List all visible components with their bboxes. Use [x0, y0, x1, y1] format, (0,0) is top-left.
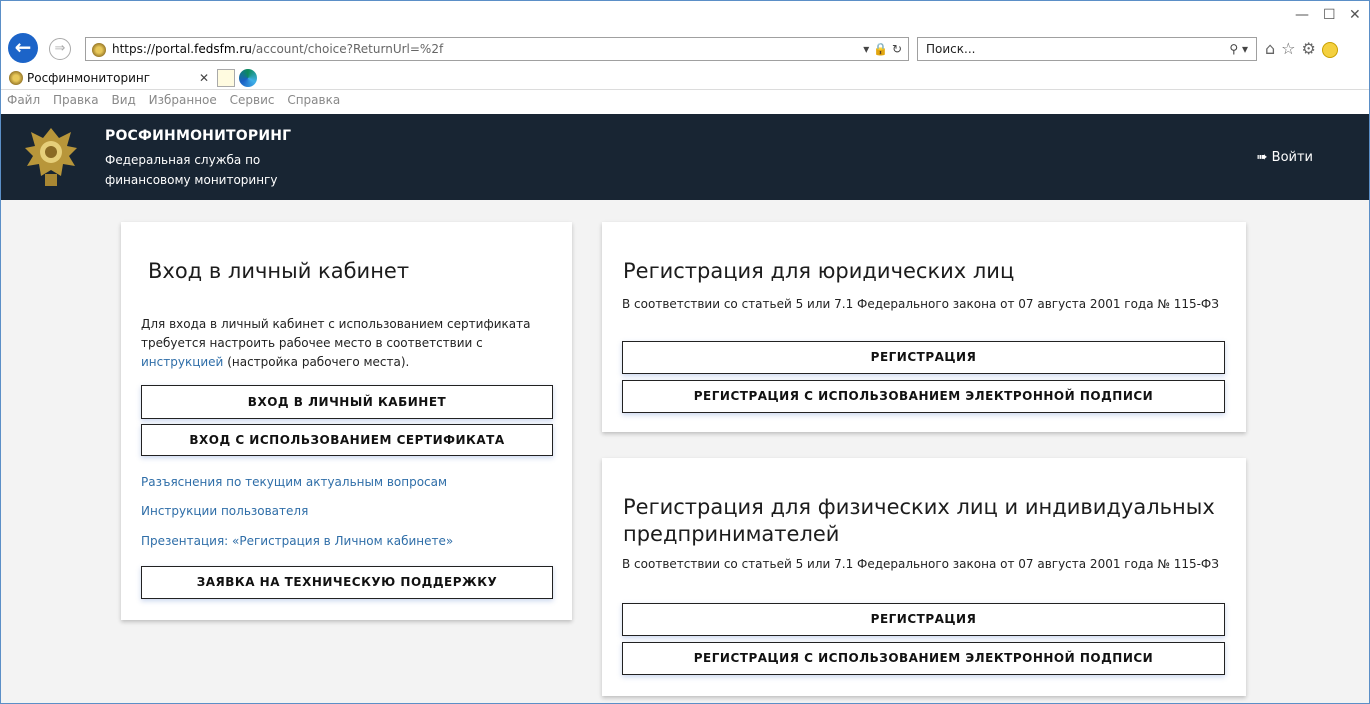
- address-tools: ▾ 🔒 ↻: [863, 38, 902, 60]
- tab-bar: Росфинмониторинг ✕: [1, 66, 1369, 90]
- search-input[interactable]: Поиск... ⚲ ▾: [917, 37, 1257, 61]
- home-icon[interactable]: ⌂: [1265, 39, 1281, 58]
- individuals-register-signature-button[interactable]: РЕГИСТРАЦИЯ С ИСПОЛЬЗОВАНИЕМ ЭЛЕКТРОННОЙ…: [622, 642, 1225, 675]
- url-path: /account/choice?ReturnUrl=%2f: [251, 42, 444, 56]
- individuals-card-description: В соответствии со статьей 5 или 7.1 Феде…: [622, 557, 1219, 571]
- individuals-card-title: Регистрация для физических лиц и индивид…: [623, 494, 1215, 548]
- link-presentation[interactable]: Презентация: «Регистрация в Личном кабин…: [141, 534, 453, 548]
- individuals-title-line1: Регистрация для физических лиц и индивид…: [623, 495, 1215, 519]
- forward-arrow-icon[interactable]: ⇒: [49, 38, 71, 60]
- tab-favicon-icon: [9, 71, 23, 85]
- smiley-icon[interactable]: [1321, 41, 1338, 58]
- individuals-title-line2: предпринимателей: [623, 522, 840, 546]
- close-tab-icon[interactable]: ✕: [199, 67, 209, 89]
- link-user-instructions[interactable]: Инструкции пользователя: [141, 504, 308, 518]
- browser-chrome: — ☐ ✕ ← ⇒ https://portal.fedsfm.ru/accou…: [1, 1, 1369, 114]
- login-card-title: Вход в личный кабинет: [148, 259, 410, 283]
- new-tab-icon[interactable]: [217, 69, 235, 87]
- site-content: РОСФИНМОНИТОРИНГ Федеральная служба по ф…: [1, 114, 1369, 703]
- star-icon[interactable]: ☆: [1281, 39, 1301, 58]
- brand: РОСФИНМОНИТОРИНГ Федеральная служба по ф…: [105, 128, 291, 190]
- brand-subtitle-line1: Федеральная служба по: [105, 153, 261, 167]
- desc-text-before: Для входа в личный кабинет с использован…: [141, 317, 531, 350]
- maximize-icon[interactable]: ☐: [1323, 7, 1336, 23]
- edge-icon[interactable]: [239, 69, 257, 87]
- close-window-icon[interactable]: ✕: [1349, 7, 1361, 23]
- refresh-icon[interactable]: ↻: [892, 42, 902, 56]
- menu-bar: Файл Правка Вид Избранное Сервис Справка: [7, 93, 349, 107]
- url-host: fedsfm.ru: [194, 42, 252, 56]
- emblem-logo-icon[interactable]: [23, 122, 79, 190]
- legal-entities-card: Регистрация для юридических лиц В соотве…: [602, 222, 1246, 432]
- menu-view[interactable]: Вид: [111, 93, 135, 107]
- individuals-register-button[interactable]: РЕГИСТРАЦИЯ: [622, 603, 1225, 636]
- support-request-button[interactable]: ЗАЯВКА НА ТЕХНИЧЕСКУЮ ПОДДЕРЖКУ: [141, 566, 553, 599]
- lock-icon[interactable]: 🔒: [873, 42, 888, 56]
- menu-help[interactable]: Справка: [287, 93, 340, 107]
- brand-subtitle: Федеральная служба по финансовому монито…: [105, 150, 291, 190]
- site-favicon-icon: [92, 43, 106, 57]
- menu-favorites[interactable]: Избранное: [149, 93, 217, 107]
- tab-active[interactable]: Росфинмониторинг ✕: [7, 67, 215, 89]
- brand-subtitle-line2: финансовому мониторингу: [105, 173, 278, 187]
- toolbar-icons: ⌂☆⚙: [1265, 39, 1338, 58]
- back-arrow-icon[interactable]: ←: [8, 33, 38, 63]
- legal-register-signature-button[interactable]: РЕГИСТРАЦИЯ С ИСПОЛЬЗОВАНИЕМ ЭЛЕКТРОННОЙ…: [622, 380, 1225, 413]
- link-clarifications[interactable]: Разъяснения по текущим актуальным вопрос…: [141, 475, 447, 489]
- login-label: Войти: [1271, 150, 1313, 165]
- address-bar[interactable]: https://portal.fedsfm.ru/account/choice?…: [85, 37, 909, 61]
- site-header: РОСФИНМОНИТОРИНГ Федеральная служба по ф…: [1, 114, 1369, 200]
- legal-card-title: Регистрация для юридических лиц: [623, 259, 1015, 283]
- search-placeholder: Поиск...: [926, 42, 976, 56]
- login-card-description: Для входа в личный кабинет с использован…: [141, 315, 561, 372]
- tab-title: Росфинмониторинг: [27, 71, 151, 85]
- browser-window: — ☐ ✕ ← ⇒ https://portal.fedsfm.ru/accou…: [0, 0, 1370, 704]
- login-card: Вход в личный кабинет Для входа в личный…: [121, 222, 572, 620]
- login-button[interactable]: ВХОД В ЛИЧНЫЙ КАБИНЕТ: [141, 385, 553, 419]
- sign-in-icon: ➠: [1256, 150, 1268, 165]
- url-host-prefix: https://portal.: [112, 42, 195, 56]
- instruction-link[interactable]: инструкцией: [141, 355, 223, 369]
- search-icon[interactable]: ⚲ ▾: [1229, 38, 1248, 60]
- legal-register-button[interactable]: РЕГИСТРАЦИЯ: [622, 341, 1225, 374]
- login-link[interactable]: ➠ Войти: [1257, 150, 1313, 165]
- brand-title: РОСФИНМОНИТОРИНГ: [105, 128, 292, 144]
- menu-file[interactable]: Файл: [7, 93, 40, 107]
- gear-icon[interactable]: ⚙: [1302, 39, 1322, 58]
- menu-tools[interactable]: Сервис: [230, 93, 275, 107]
- desc-text-after: (настройка рабочего места).: [227, 355, 410, 369]
- certificate-login-button[interactable]: ВХОД С ИСПОЛЬЗОВАНИЕМ СЕРТИФИКАТА: [141, 424, 553, 456]
- individuals-card: Регистрация для физических лиц и индивид…: [602, 458, 1246, 696]
- minimize-icon[interactable]: —: [1295, 7, 1309, 23]
- legal-card-description: В соответствии со статьей 5 или 7.1 Феде…: [622, 297, 1219, 311]
- menu-edit[interactable]: Правка: [53, 93, 99, 107]
- dropdown-icon[interactable]: ▾: [863, 42, 869, 56]
